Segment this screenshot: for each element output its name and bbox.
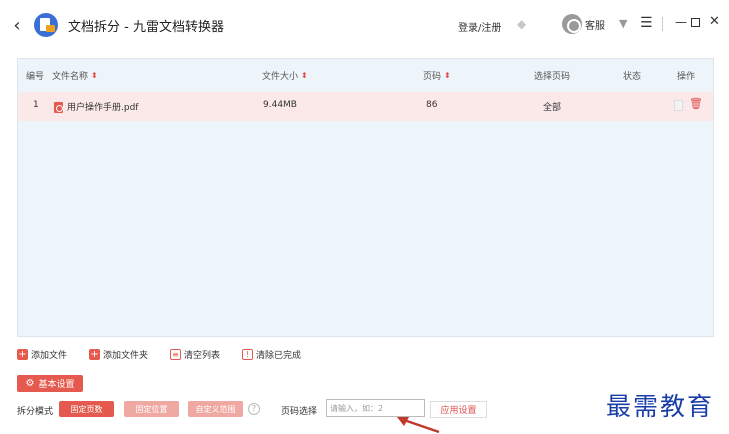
file-table: 编号 文件名称 ⬍ 文件大小 ⬍ 页码 ⬍ 选择页码 状态 操作 1 用户操作手册.p… <box>17 58 714 337</box>
row-name-label: 用户操作手册.pdf <box>67 103 139 113</box>
add-file-button[interactable]: + 添加文件 <box>17 348 67 361</box>
header-name-label: 文件名称 <box>52 72 89 82</box>
gear-icon: ⚙ <box>25 378 35 389</box>
divider <box>662 17 663 31</box>
row-select-pages[interactable]: 全部 <box>543 100 561 113</box>
table-header: 编号 文件名称 ⬍ 文件大小 ⬍ 页码 ⬍ 选择页码 状态 操作 <box>18 59 713 92</box>
header-actions-label: 操作 <box>677 72 696 82</box>
header-name[interactable]: 文件名称 ⬍ <box>52 69 98 82</box>
header-size[interactable]: 文件大小 ⬍ <box>262 69 308 82</box>
login-link[interactable]: 登录/注册 <box>458 19 501 34</box>
tshirt-icon[interactable]: ▼ <box>619 17 627 30</box>
page-select-label: 页码选择 <box>281 407 318 417</box>
clear-list-label: 清空列表 <box>184 350 221 361</box>
basic-settings-button[interactable]: ⚙ 基本设置 <box>17 375 83 392</box>
menu-icon[interactable]: ☰ <box>640 15 653 31</box>
plus-icon: + <box>17 348 28 360</box>
sort-icon[interactable]: ⬍ <box>444 71 451 80</box>
trash-icon: ≡ <box>170 348 182 360</box>
split-mode-label: 拆分模式 <box>17 407 54 417</box>
sort-icon[interactable]: ⬍ <box>91 71 98 80</box>
minimize-icon[interactable]: — <box>675 15 687 29</box>
header-status: 状态 <box>623 69 641 82</box>
window-title: 文档拆分 - 九雷文档转换器 <box>68 20 224 35</box>
clear-list-button[interactable]: ≡ 清空列表 <box>170 348 220 361</box>
document-icon[interactable] <box>674 100 683 111</box>
header-select-pages-label: 选择页码 <box>534 72 571 82</box>
title-bar: ‹ 文档拆分 - 九雷文档转换器 登录/注册 ◆ 客服 ▼ ☰ — ✕ <box>0 0 729 50</box>
headset-icon <box>562 14 582 34</box>
mode-custom-range[interactable]: 自定义范围 <box>188 401 243 417</box>
header-select-pages: 选择页码 <box>534 69 570 82</box>
diamond-icon[interactable]: ◆ <box>517 17 526 31</box>
row-name: 用户操作手册.pdf <box>54 100 138 113</box>
folder-plus-icon: + <box>89 348 101 360</box>
mode-fixed-position[interactable]: 固定位置 <box>124 401 179 417</box>
add-file-label: 添加文件 <box>31 350 68 361</box>
back-icon[interactable]: ‹ <box>8 14 26 36</box>
sort-icon[interactable]: ⬍ <box>301 71 308 80</box>
header-status-label: 状态 <box>623 72 642 82</box>
header-index-label: 编号 <box>26 72 45 82</box>
maximize-icon[interactable] <box>691 18 700 27</box>
header-index: 编号 <box>26 69 44 82</box>
row-pages: 86 <box>426 100 438 110</box>
help-icon[interactable]: ? <box>248 403 260 415</box>
clear-done-label: 清除已完成 <box>256 350 302 361</box>
row-size: 9.44MB <box>263 100 297 110</box>
clear-done-icon: ! <box>242 348 254 360</box>
table-row[interactable]: 1 用户操作手册.pdf 9.44MB 86 全部 🗑 <box>18 92 713 121</box>
toolbar: + 添加文件 + 添加文件夹 ≡ 清空列表 ! 清除已完成 <box>17 346 323 362</box>
row-index: 1 <box>33 100 39 110</box>
trash-icon[interactable]: 🗑 <box>689 97 703 110</box>
header-pages-label: 页码 <box>423 72 442 82</box>
header-size-label: 文件大小 <box>262 72 299 82</box>
close-icon[interactable]: ✕ <box>709 14 720 29</box>
watermark: 最需教育 <box>606 392 715 421</box>
add-folder-button[interactable]: + 添加文件夹 <box>89 348 148 361</box>
app-logo <box>34 13 58 37</box>
annotation-arrow <box>397 417 440 434</box>
header-pages[interactable]: 页码 ⬍ <box>423 69 451 82</box>
header-actions: 操作 <box>677 69 695 82</box>
add-folder-label: 添加文件夹 <box>103 350 149 361</box>
service-label: 客服 <box>585 20 605 32</box>
mode-fixed-pages[interactable]: 固定页数 <box>59 401 114 417</box>
clear-done-button[interactable]: ! 清除已完成 <box>242 348 301 361</box>
pdf-icon <box>54 102 63 113</box>
basic-settings-label: 基本设置 <box>38 380 75 390</box>
service-button[interactable]: 客服 <box>562 14 605 34</box>
